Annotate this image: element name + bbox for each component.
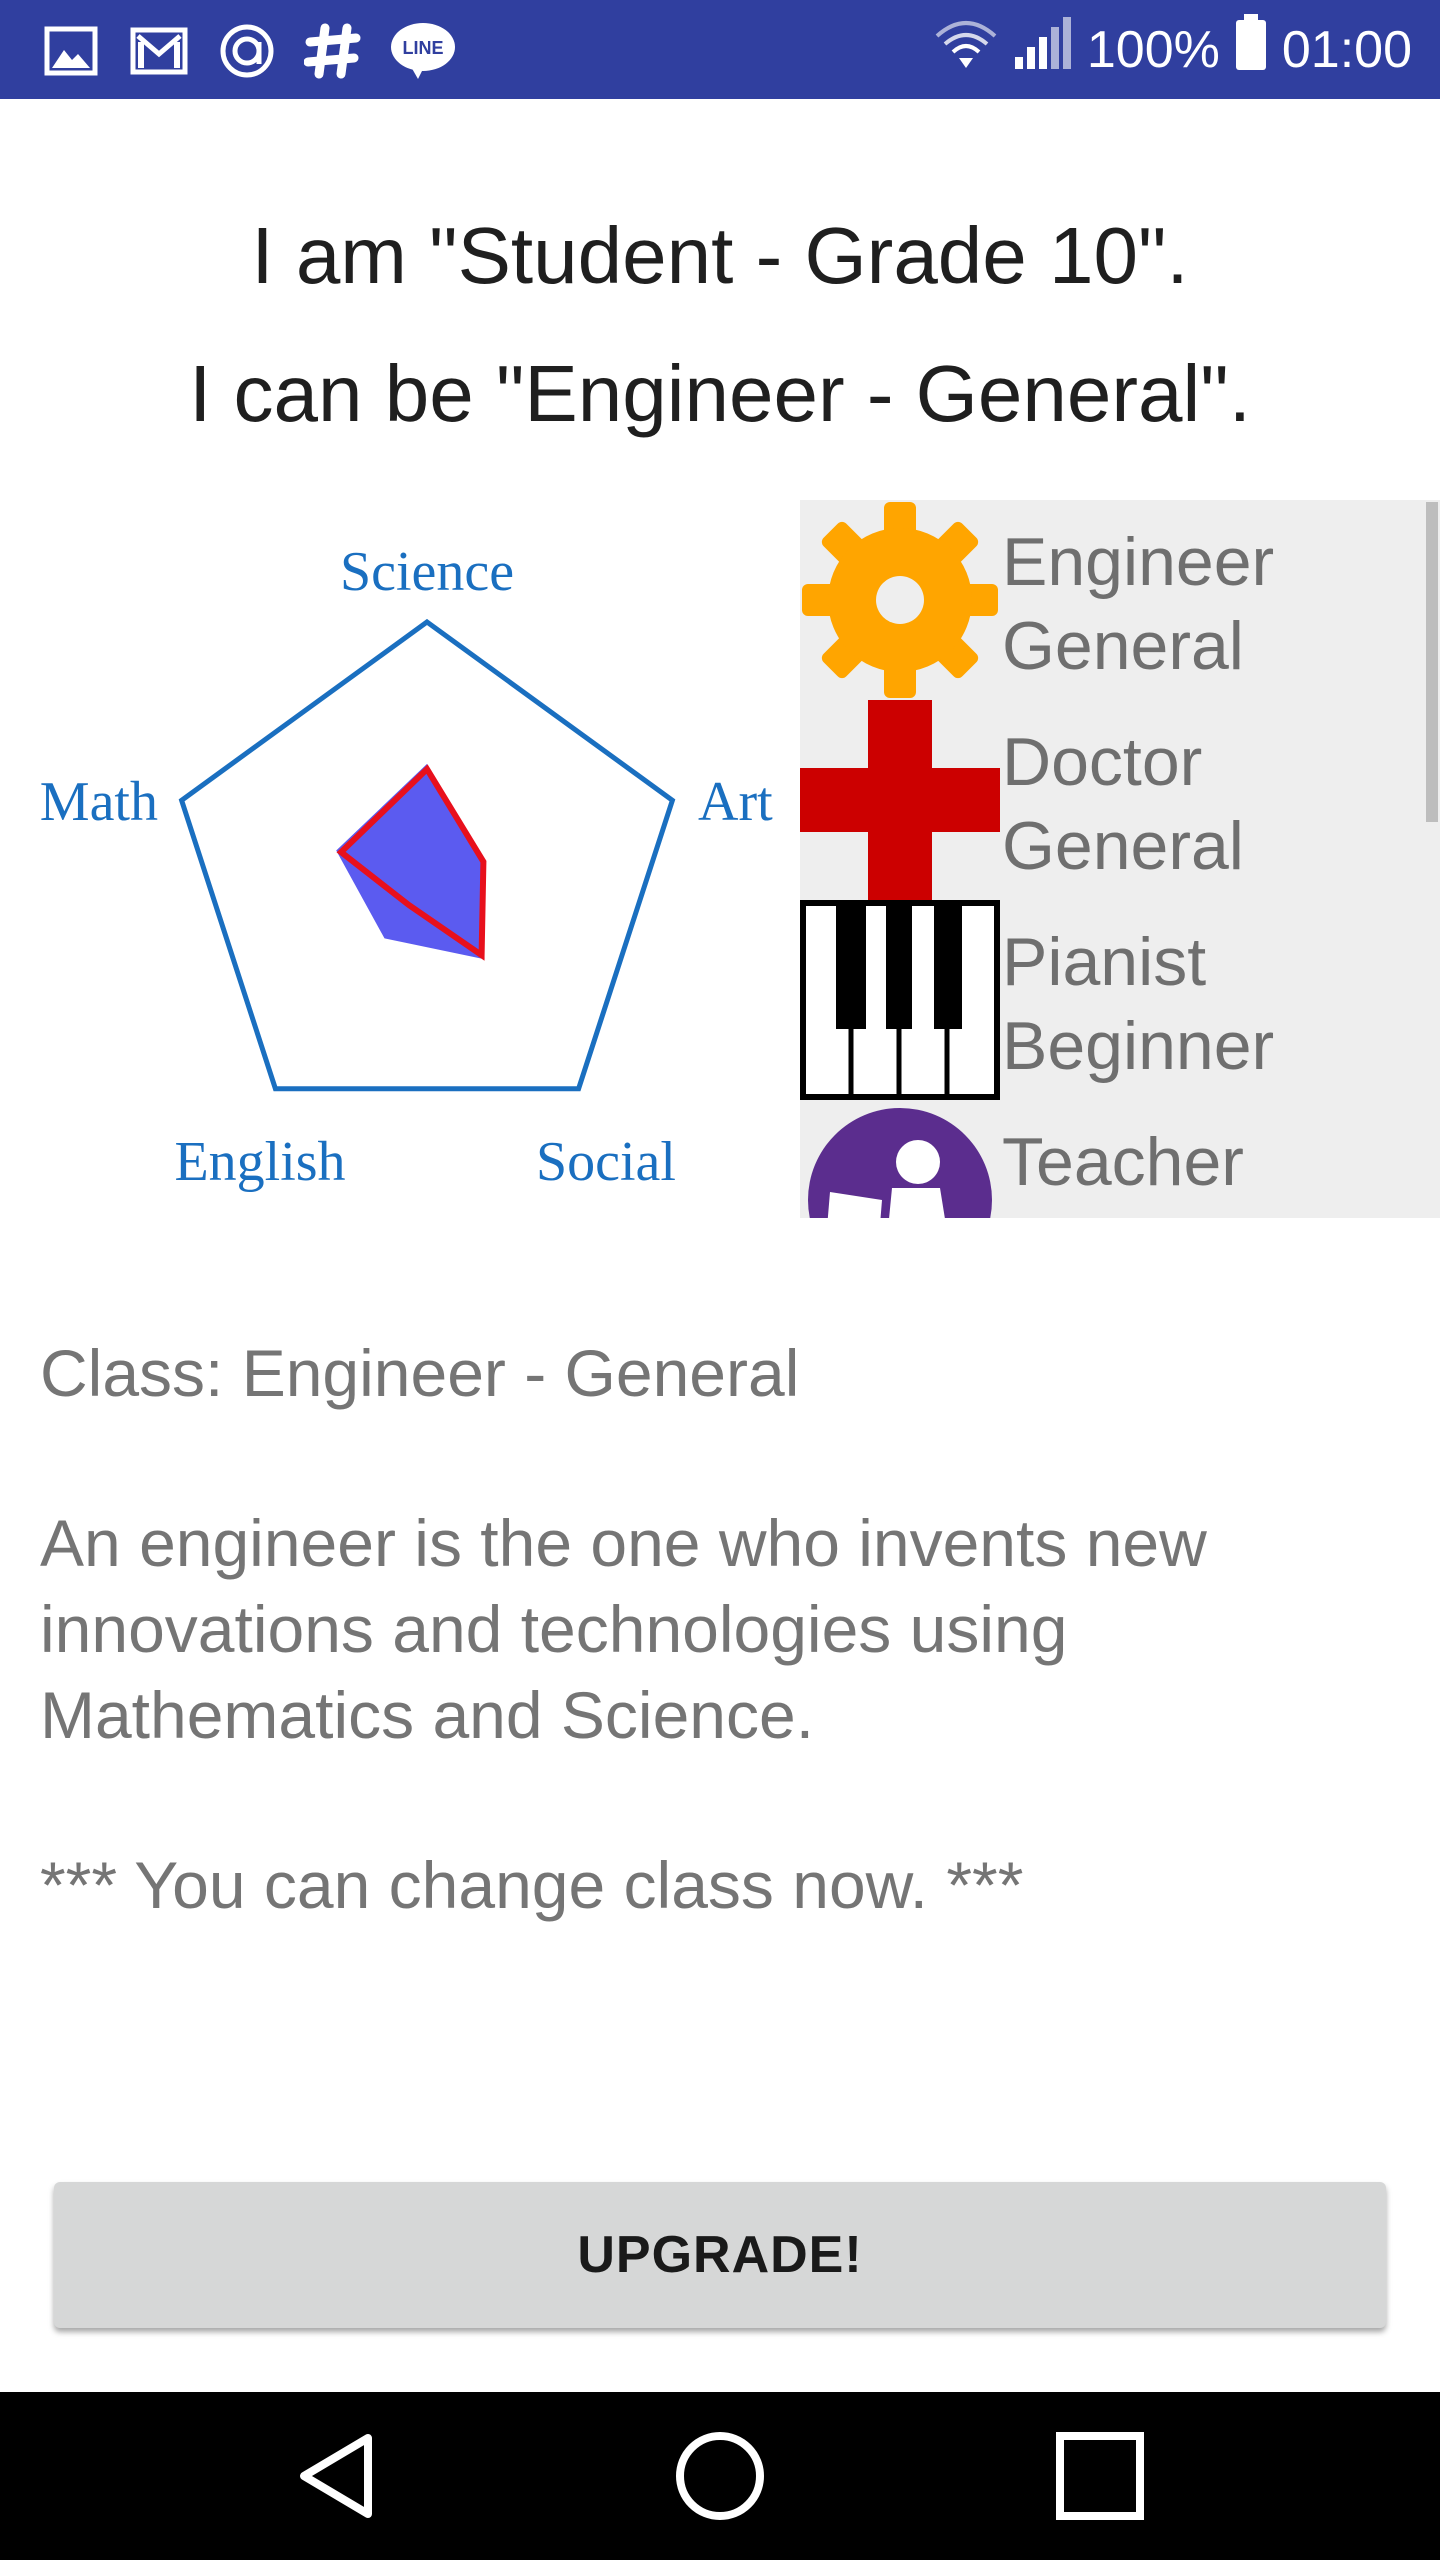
piano-keys-icon: [800, 900, 1000, 1100]
class-item-engineer[interactable]: Engineer General: [800, 500, 1440, 700]
signal-icon: [1013, 15, 1073, 84]
class-item-teacher[interactable]: Teacher: [800, 1100, 1440, 1218]
teacher-icon: [808, 1108, 992, 1218]
change-class-notice: *** You can change class now. ***: [40, 1848, 1024, 1922]
gallery-icon: [42, 22, 100, 80]
class-list-scrollbar[interactable]: [1426, 502, 1438, 822]
axis-label-english: English: [174, 1131, 345, 1193]
current-class-heading: I am "Student - Grade 10".: [251, 211, 1189, 300]
back-icon[interactable]: [280, 2416, 400, 2536]
battery-icon: [1234, 14, 1268, 85]
class-item-title: Pianist: [1002, 924, 1207, 1000]
target-class-heading: I can be "Engineer - General".: [189, 349, 1251, 438]
clock: 01:00: [1281, 20, 1412, 79]
medical-cross-icon: [800, 700, 1000, 900]
axis-label-science: Science: [340, 541, 514, 603]
axis-label-math: Math: [40, 771, 158, 833]
class-item-doctor[interactable]: Doctor General: [800, 700, 1440, 900]
gmail-icon: [130, 22, 188, 80]
class-item-title: Engineer: [1002, 524, 1275, 600]
wifi-icon: [933, 16, 999, 83]
class-item-pianist[interactable]: Pianist Beginner: [800, 900, 1440, 1100]
radar-chart: Science Art Social English Math: [40, 541, 773, 1193]
navigation-bar: [0, 2392, 1440, 2560]
class-item-title: Teacher: [1002, 1124, 1244, 1200]
class-item-title: Doctor: [1002, 724, 1203, 800]
class-item-level: Beginner: [1002, 1008, 1275, 1084]
radar-series-fill: [336, 763, 485, 960]
recents-icon[interactable]: [1040, 2416, 1160, 2536]
class-item-level: General: [1002, 608, 1244, 684]
class-item-level: General: [1002, 808, 1244, 884]
home-icon[interactable]: [660, 2416, 780, 2536]
battery-percent: 100%: [1086, 20, 1220, 79]
axis-label-art: Art: [698, 771, 773, 833]
axis-label-social: Social: [536, 1131, 676, 1193]
upgrade-button[interactable]: UPGRADE!: [54, 2182, 1386, 2328]
class-name-text: Class: Engineer - General: [40, 1336, 800, 1410]
line-icon: LINE: [388, 22, 458, 80]
gear-icon: [802, 502, 998, 698]
slack-icon: [304, 22, 362, 80]
class-list[interactable]: Engineer General Doctor General Pianist …: [800, 500, 1440, 1218]
class-description-text: An engineer is the one who invents new i…: [40, 1506, 1207, 1752]
at-sign-icon: [218, 22, 276, 80]
line-icon-text: LINE: [402, 38, 443, 58]
status-bar: LINE 100% 01:00: [0, 0, 1440, 99]
